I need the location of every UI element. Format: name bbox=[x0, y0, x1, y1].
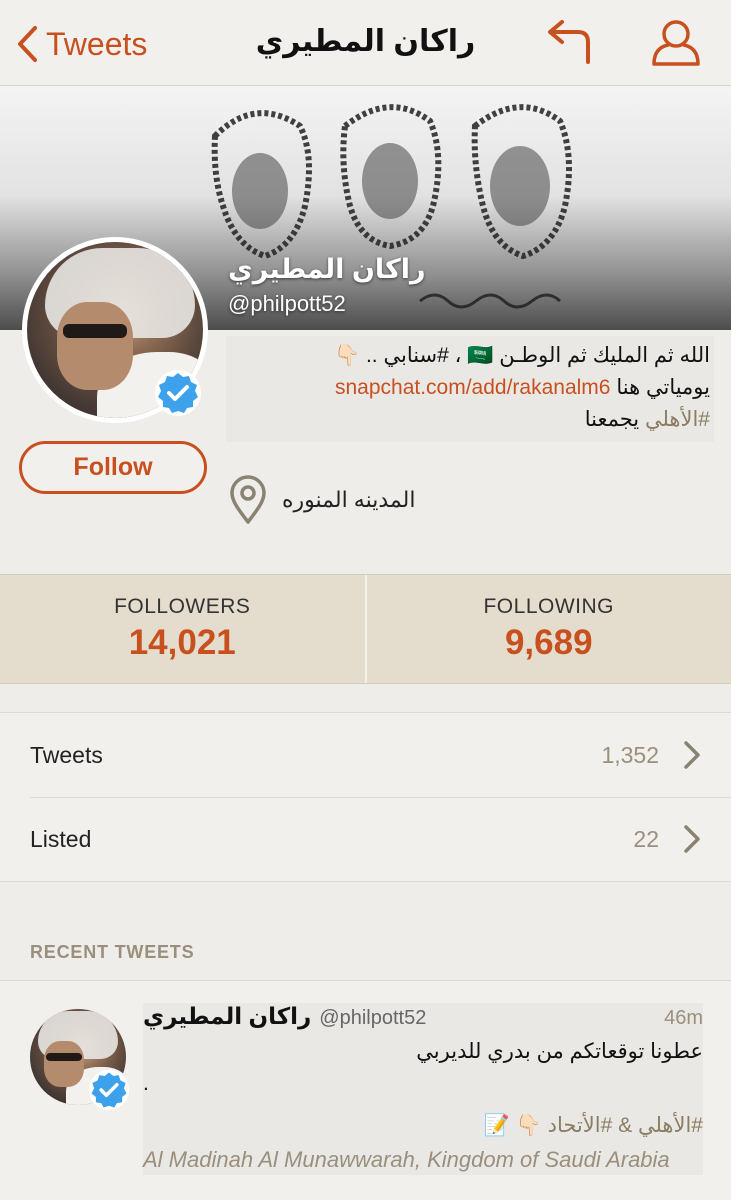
tweet-text-dot: . bbox=[143, 1072, 149, 1095]
followers-count: 14,021 bbox=[128, 623, 236, 662]
profile-bio: الله ثم المليك ثم الوطـن 🇸🇦 ، #سنابي .. … bbox=[226, 336, 714, 442]
location-text: المدينه المنوره bbox=[282, 487, 416, 512]
person-icon[interactable] bbox=[650, 18, 702, 68]
following-stat[interactable]: FOLLOWING 9,689 bbox=[364, 575, 731, 683]
listed-row[interactable]: Listed 22 bbox=[0, 797, 731, 881]
tweet-cell[interactable]: راكان المطيري @philpott52 46m عطونا توقع… bbox=[0, 980, 731, 1200]
banner-display-name: راكان المطيري bbox=[228, 254, 426, 284]
tweets-row-label: Tweets bbox=[30, 741, 103, 768]
follow-button[interactable]: Follow bbox=[19, 441, 207, 494]
followers-label: FOLLOWERS bbox=[114, 595, 251, 618]
tweets-row[interactable]: Tweets 1,352 bbox=[0, 713, 731, 797]
bio-line-2: يومياتي هنا snapchat.com/add/rakanalm6 bbox=[334, 376, 710, 399]
bio-line-3: #الأهلي يجمعنا bbox=[584, 408, 710, 431]
verified-badge-icon bbox=[88, 1069, 130, 1111]
tweets-row-count: 1,352 bbox=[601, 741, 659, 768]
chevron-right-icon bbox=[684, 825, 700, 853]
verified-badge-icon bbox=[155, 370, 201, 416]
recent-tweets-heading: RECENT TWEETS bbox=[30, 942, 195, 962]
profile-location: المدينه المنوره bbox=[228, 474, 415, 526]
tweet-author-handle: @philpott52 bbox=[319, 1007, 427, 1029]
chevron-left-icon bbox=[18, 26, 37, 62]
profile-stats: FOLLOWERS 14,021 FOLLOWING 9,689 bbox=[0, 574, 731, 684]
tweet-text: عطونا توقعاتكم من بدري للديربي bbox=[416, 1040, 703, 1063]
profile-menu-list: Tweets 1,352 Listed 22 bbox=[0, 712, 731, 882]
following-count: 9,689 bbox=[504, 623, 593, 662]
tweet-hashtags[interactable]: #الأهلي & #الأتحاد 👇🏻 📝 bbox=[143, 1109, 703, 1143]
bio-hashtag-link[interactable]: #الأهلي bbox=[645, 408, 710, 431]
location-pin-icon bbox=[230, 475, 266, 524]
tweet-header: راكان المطيري @philpott52 46m bbox=[143, 1003, 703, 1035]
navigation-bar: Tweets راكان المطيري bbox=[0, 0, 731, 86]
followers-stat[interactable]: FOLLOWERS 14,021 bbox=[0, 575, 365, 683]
banner-handle: @philpott52 bbox=[228, 291, 346, 316]
chevron-right-icon bbox=[684, 741, 700, 769]
tweet-body: راكان المطيري @philpott52 46m عطونا توقع… bbox=[143, 1003, 703, 1175]
bio-snapchat-link[interactable]: snapchat.com/add/rakanalm6 bbox=[335, 376, 611, 399]
tweet-timestamp: 46m bbox=[664, 1007, 703, 1029]
bio-line-1: الله ثم المليك ثم الوطـن 🇸🇦 ، #سنابي .. … bbox=[333, 344, 710, 367]
listed-row-label: Listed bbox=[30, 825, 92, 852]
reply-icon[interactable] bbox=[544, 20, 594, 66]
back-button[interactable]: Tweets bbox=[16, 22, 147, 66]
tweet-location: Al Madinah Al Munawwarah, Kingdom of Sau… bbox=[143, 1147, 670, 1172]
listed-row-count: 22 bbox=[633, 825, 659, 852]
back-button-label: Tweets bbox=[46, 25, 148, 62]
page-title: راكان المطيري bbox=[255, 25, 476, 58]
following-label: FOLLOWING bbox=[483, 595, 614, 618]
tweet-author-name: راكان المطيري bbox=[143, 1003, 312, 1029]
